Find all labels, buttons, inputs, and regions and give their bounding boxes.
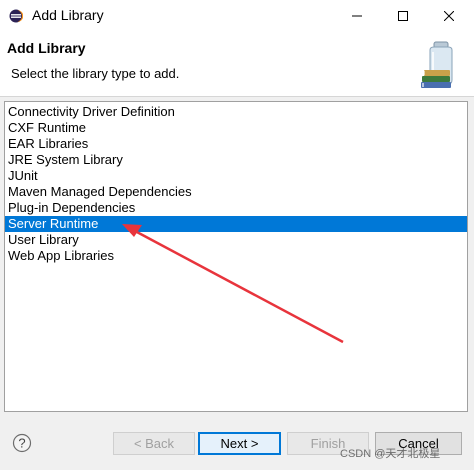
next-button[interactable]: Next >	[198, 432, 281, 455]
list-item[interactable]: Connectivity Driver Definition	[5, 104, 467, 120]
page-description: Select the library type to add.	[11, 66, 180, 81]
back-button[interactable]: < Back	[113, 432, 195, 455]
close-button[interactable]	[426, 0, 472, 32]
list-item[interactable]: Server Runtime	[5, 216, 467, 232]
eclipse-icon	[9, 9, 23, 23]
list-item[interactable]: User Library	[5, 232, 467, 248]
close-icon	[444, 11, 454, 21]
list-item[interactable]: Web App Libraries	[5, 248, 467, 264]
help-icon[interactable]: ?	[12, 433, 32, 453]
library-wizard-icon	[421, 41, 453, 88]
minimize-icon	[352, 15, 362, 17]
maximize-button[interactable]	[380, 0, 426, 32]
wizard-header: Add Library Select the library type to a…	[0, 32, 474, 97]
minimize-button[interactable]	[334, 0, 380, 32]
window-title: Add Library	[32, 7, 104, 23]
list-item[interactable]: CXF Runtime	[5, 120, 467, 136]
svg-text:?: ?	[18, 436, 25, 451]
list-item[interactable]: EAR Libraries	[5, 136, 467, 152]
watermark: CSDN @天才北极星	[340, 448, 441, 460]
list-item[interactable]: Plug-in Dependencies	[5, 200, 467, 216]
list-item[interactable]: Maven Managed Dependencies	[5, 184, 467, 200]
library-type-list[interactable]: Connectivity Driver Definition CXF Runtim…	[4, 101, 468, 412]
list-item[interactable]: JUnit	[5, 168, 467, 184]
maximize-icon	[398, 11, 408, 21]
title-bar: Add Library	[0, 0, 474, 32]
page-title: Add Library	[7, 40, 86, 56]
list-item[interactable]: JRE System Library	[5, 152, 467, 168]
